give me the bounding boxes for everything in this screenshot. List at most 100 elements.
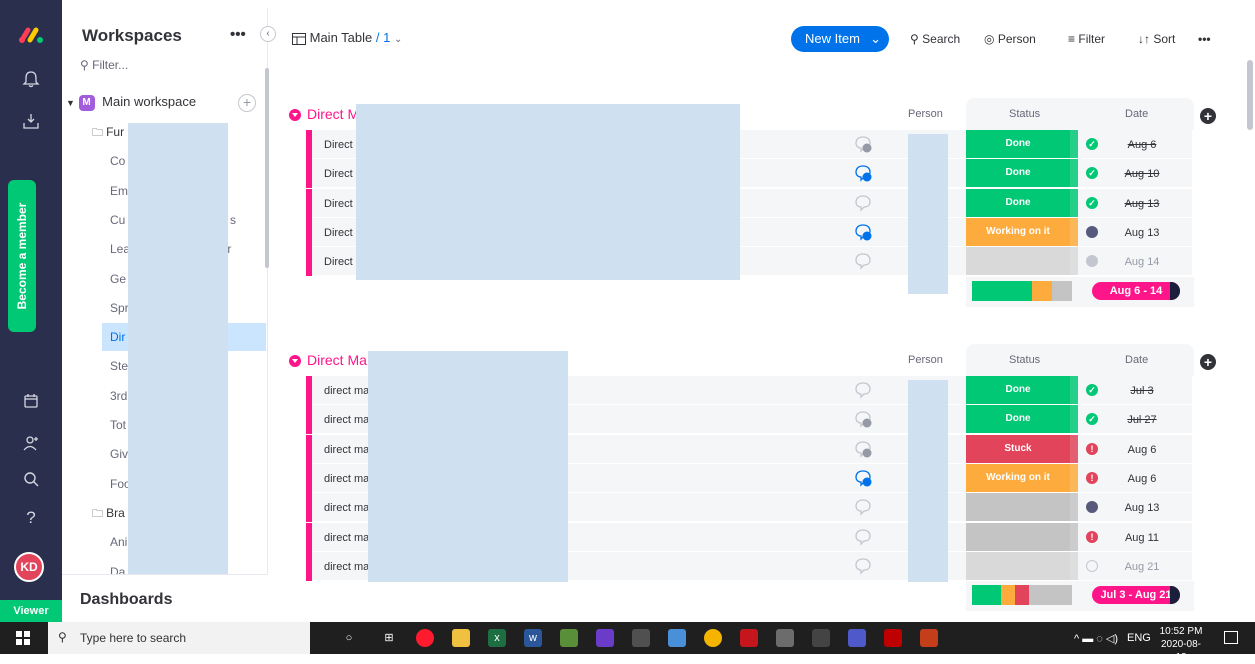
new-item-button[interactable]: New Item ⌄	[791, 26, 889, 52]
row-name[interactable]: direct ma	[324, 502, 369, 514]
word-icon[interactable]: w	[524, 629, 542, 647]
comment-icon[interactable]	[854, 252, 872, 270]
group-header[interactable]: Direct M	[289, 106, 359, 122]
group-collapse-icon[interactable]	[289, 355, 301, 368]
filter-input[interactable]: ⚲ Filter...	[80, 58, 128, 72]
chevron-down-icon[interactable]: ⌄	[870, 26, 881, 52]
cortana-icon[interactable]: ○	[340, 629, 358, 647]
sidebar-more-button[interactable]: •••	[230, 26, 246, 43]
column-header-status[interactable]: Status	[1009, 108, 1040, 120]
row-name[interactable]: direct ma	[324, 473, 369, 485]
sidebar-board-item[interactable]: 3rd	[110, 387, 127, 405]
status-cell[interactable]: Working on it	[966, 217, 1070, 246]
status-summary-bar[interactable]	[972, 585, 1072, 606]
inbox-icon[interactable]	[21, 112, 41, 132]
notification-icon[interactable]	[1224, 631, 1238, 644]
status-cell[interactable]: Done	[966, 159, 1070, 188]
monday-logo-icon[interactable]	[18, 26, 44, 44]
status-cell[interactable]	[966, 493, 1070, 522]
status-cell[interactable]	[966, 247, 1070, 276]
opera-icon[interactable]	[416, 629, 434, 647]
sidebar-scrollbar[interactable]	[265, 68, 269, 268]
status-cell[interactable]: Done	[966, 188, 1070, 217]
date-cell[interactable]: Aug 21	[1112, 561, 1172, 573]
comment-icon[interactable]	[854, 164, 872, 182]
acrobat-icon[interactable]	[740, 629, 758, 647]
comment-icon[interactable]	[854, 440, 872, 458]
search-button[interactable]: ⚲ Search	[910, 32, 960, 46]
workspace-selector[interactable]: ▼ M Main workspace +	[66, 94, 262, 112]
sort-button[interactable]: ↓↑ Sort	[1138, 32, 1175, 46]
status-cell[interactable]	[966, 522, 1070, 551]
column-header-date[interactable]: Date	[1125, 354, 1148, 366]
sidebar-board-item[interactable]: Dir	[110, 328, 125, 346]
comment-icon[interactable]	[854, 223, 872, 241]
person-filter-button[interactable]: ◎ Person	[984, 32, 1036, 46]
date-cell[interactable]: Jul 27	[1112, 414, 1172, 426]
status-cell[interactable]: Done	[966, 405, 1070, 434]
sidebar-board-item[interactable]: Ge	[110, 270, 126, 288]
app-icon[interactable]	[776, 629, 794, 647]
comment-icon[interactable]	[854, 194, 872, 212]
task-view-icon[interactable]: ⊞	[380, 629, 398, 647]
windows-start-icon[interactable]	[16, 631, 30, 645]
date-cell[interactable]: Aug 10	[1112, 168, 1172, 180]
date-cell[interactable]: Aug 6	[1112, 444, 1172, 456]
comment-icon[interactable]	[854, 135, 872, 153]
row-name[interactable]: direct ma	[324, 444, 369, 456]
comment-icon[interactable]	[854, 410, 872, 428]
sidebar-folder[interactable]: 🗀 Bra	[92, 504, 125, 522]
sidebar-board-item[interactable]: Cu	[110, 211, 125, 229]
row-name[interactable]: Direct	[324, 168, 353, 180]
status-cell[interactable]: Stuck	[966, 434, 1070, 463]
kobo-icon[interactable]	[884, 629, 902, 647]
sidebar-board-item[interactable]: Spr	[110, 299, 129, 317]
taskbar-search[interactable]: ⚲ Type here to search	[48, 622, 310, 654]
status-cell[interactable]: Done	[966, 376, 1070, 404]
sidebar-board-item[interactable]: Ste	[110, 357, 128, 375]
row-name[interactable]: direct ma	[324, 561, 369, 573]
sidebar-board-item[interactable]: Em	[110, 182, 128, 200]
app-icon[interactable]	[668, 629, 686, 647]
comment-icon[interactable]	[854, 498, 872, 516]
column-header-person[interactable]: Person	[908, 108, 943, 120]
column-header-date[interactable]: Date	[1125, 108, 1148, 120]
date-cell[interactable]: Aug 6	[1112, 139, 1172, 151]
comment-icon[interactable]	[854, 381, 872, 399]
row-name[interactable]: Direct	[324, 139, 353, 151]
date-cell[interactable]: Aug 6	[1112, 473, 1172, 485]
date-cell[interactable]: Aug 11	[1112, 532, 1172, 544]
date-cell[interactable]: Jul 3	[1112, 385, 1172, 397]
add-column-icon[interactable]: +	[1200, 354, 1216, 370]
row-name[interactable]: Direct	[324, 256, 353, 268]
sidebar-folder[interactable]: 🗀 Fur	[92, 123, 124, 141]
date-range-summary[interactable]: Aug 6 - 14	[1092, 281, 1180, 300]
add-column-icon[interactable]: +	[1200, 108, 1216, 124]
row-name[interactable]: direct ma	[324, 414, 369, 426]
excel-icon[interactable]: x	[488, 629, 506, 647]
app-icon[interactable]	[560, 629, 578, 647]
sidebar-board-item[interactable]: Co	[110, 152, 125, 170]
file-explorer-icon[interactable]	[452, 629, 470, 647]
sidebar-board-item[interactable]: Giv	[110, 445, 128, 463]
help-icon[interactable]: ?	[21, 508, 41, 528]
date-cell[interactable]: Aug 13	[1112, 502, 1172, 514]
row-name[interactable]: direct ma	[324, 385, 369, 397]
status-summary-bar[interactable]	[972, 280, 1072, 301]
status-cell[interactable]	[966, 551, 1070, 580]
become-member-tab[interactable]: Become a member	[8, 180, 36, 332]
app-icon[interactable]	[920, 629, 938, 647]
sidebar-board-item[interactable]: Tot	[110, 416, 126, 434]
filter-button[interactable]: ≡ Filter	[1068, 32, 1105, 46]
comment-icon[interactable]	[854, 469, 872, 487]
calculator-icon[interactable]	[632, 629, 650, 647]
search-icon[interactable]	[21, 470, 41, 490]
chrome-icon[interactable]	[704, 629, 722, 647]
date-cell[interactable]: Aug 14	[1112, 256, 1172, 268]
column-header-person[interactable]: Person	[908, 354, 943, 366]
bell-icon[interactable]	[21, 70, 41, 90]
teams-icon[interactable]	[848, 629, 866, 647]
language-indicator[interactable]: ENG	[1127, 632, 1151, 644]
column-header-status[interactable]: Status	[1009, 354, 1040, 366]
row-name[interactable]: Direct	[324, 198, 353, 210]
